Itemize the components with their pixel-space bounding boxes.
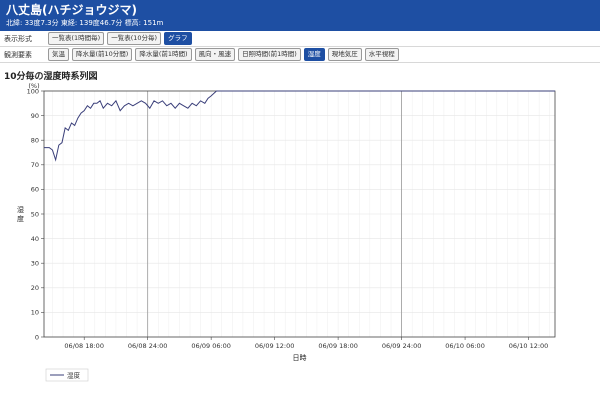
element-pressure-button[interactable]: 現地気圧 [327,48,362,61]
y-axis-title-2: 度 [17,214,24,223]
element-sunshine-button[interactable]: 日照時間(前1時間) [238,48,301,61]
x-tick-label: 06/08 24:00 [128,342,168,350]
y-tick-label: 50 [31,210,39,218]
display-10min-table-button[interactable]: 一覧表(10分毎) [107,32,162,45]
x-tick-label: 06/09 18:00 [318,342,358,350]
element-label: 観測要素 [4,50,32,59]
x-axis-ticks: 06/08 18:00 06/08 24:00 06/09 06:00 06/09 1… [64,337,548,350]
grid-lines [44,90,555,338]
y-axis-title-1: 湿 [17,205,24,214]
humidity-series-line [44,90,555,162]
legend: 湿度 [45,368,89,382]
x-axis-title: 日時 [293,354,307,362]
display-format-label: 表示形式 [4,34,32,43]
element-temperature-button[interactable]: 気温 [48,48,69,61]
y-tick-label: 20 [31,284,39,292]
legend-label: 湿度 [67,371,81,380]
element-visibility-button[interactable]: 水平視程 [364,48,399,61]
x-tick-label: 06/09 24:00 [382,342,422,350]
display-graph-button[interactable]: グラフ [164,32,192,45]
y-tick-label: 40 [31,235,39,243]
y-tick-label: 70 [31,161,39,169]
y-tick-label: 30 [31,260,39,268]
element-row: 観測要素 気温 降水量(前10分間) 降水量(前1時間) 風向・風速 日照時間(… [0,47,600,63]
station-header: 八丈島(ハチジョウジマ) 北緯: 33度7.3分 東経: 139度46.7分 標… [0,0,600,31]
x-tick-label: 06/10 12:00 [509,342,549,350]
y-tick-label: 90 [31,112,39,120]
chart-title: 10分毎の湿度時系列図 [4,72,98,82]
element-precip-1h-button[interactable]: 降水量(前1時間) [135,48,192,61]
x-tick-label: 06/09 06:00 [191,342,231,350]
element-precip-10min-button[interactable]: 降水量(前10分間) [72,48,133,61]
element-humidity-button[interactable]: 湿度 [303,48,325,61]
y-axis-unit: (%) [28,82,39,90]
x-tick-label: 06/08 18:00 [64,342,104,350]
y-tick-label: 80 [31,137,39,145]
y-axis-ticks: 0102030405060708090100 [27,87,44,341]
station-info: 北緯: 33度7.3分 東経: 139度46.7分 標高: 151m [6,19,164,27]
display-hourly-table-button[interactable]: 一覧表(1時間毎) [48,32,105,45]
y-tick-label: 10 [31,309,39,317]
display-format-row: 表示形式 一覧表(1時間毎) 一覧表(10分毎) グラフ [0,31,600,47]
element-wind-button[interactable]: 風向・風速 [194,48,236,61]
humidity-chart: 0102030405060708090100 06/08 18:00 06/08 … [17,82,556,382]
y-tick-label: 0 [35,333,39,341]
station-name: 八丈島(ハチジョウジマ) [6,3,137,17]
y-tick-label: 60 [31,186,39,194]
x-tick-label: 06/10 06:00 [445,342,485,350]
x-tick-label: 06/09 12:00 [255,342,295,350]
